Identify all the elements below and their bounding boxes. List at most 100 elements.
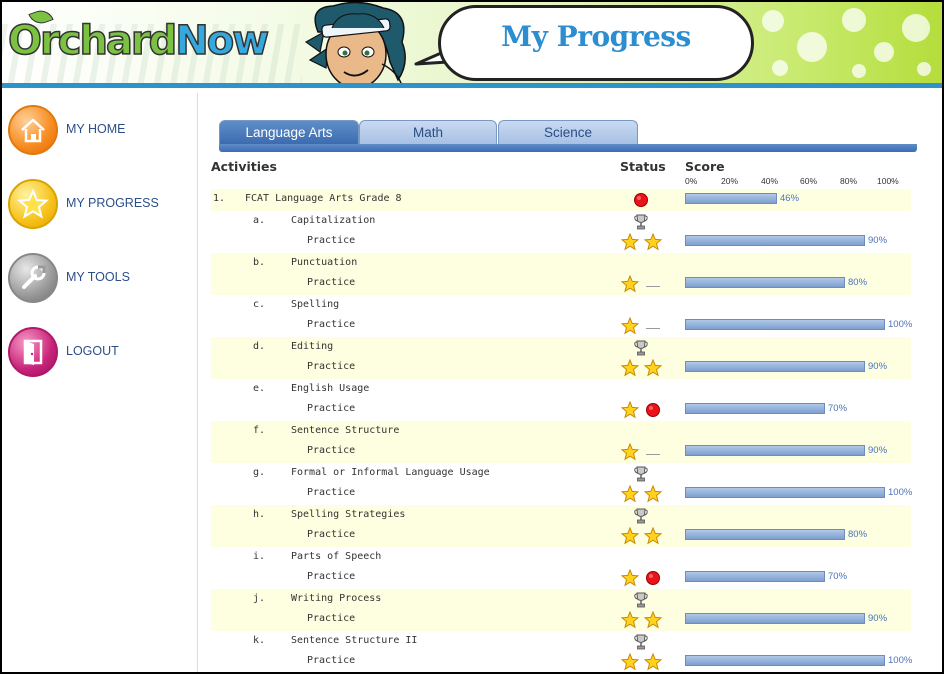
score-bar bbox=[685, 361, 865, 372]
wrench-icon bbox=[8, 253, 58, 303]
star-icon bbox=[620, 652, 640, 671]
decor-dot bbox=[874, 42, 894, 62]
score-bar bbox=[685, 487, 885, 498]
sidebar-item-my-tools[interactable]: MY TOOLS bbox=[8, 253, 193, 305]
practice-link[interactable]: Practice bbox=[307, 655, 355, 666]
sidebar-item-label: MY PROGRESS bbox=[66, 196, 159, 210]
unit-row[interactable]: i. Parts of Speech Practice 70% bbox=[211, 547, 911, 589]
tab-science[interactable]: Science bbox=[498, 120, 638, 144]
unit-title-line: j. Writing Process bbox=[211, 589, 911, 609]
star-icon bbox=[643, 358, 663, 377]
course-row[interactable]: 1. FCAT Language Arts Grade 8 46% bbox=[211, 189, 911, 211]
unit-title[interactable]: Spelling Strategies bbox=[291, 509, 405, 520]
home-icon bbox=[8, 105, 58, 155]
unit-row[interactable]: c. Spelling Practice 100% bbox=[211, 295, 912, 337]
scale-label: 80% bbox=[840, 176, 858, 186]
practice-link[interactable]: Practice bbox=[307, 235, 355, 246]
score-scale: 0% 20% 40% 60% 80% 100% bbox=[685, 176, 915, 188]
trophy-icon bbox=[632, 507, 650, 525]
score-percent: 100% bbox=[888, 655, 913, 666]
decor-dot bbox=[852, 64, 866, 78]
unit-letter: d. bbox=[253, 341, 266, 352]
unit-title[interactable]: Writing Process bbox=[291, 593, 381, 604]
logo-text-orchard: Orchard bbox=[7, 17, 178, 65]
unit-letter: e. bbox=[253, 383, 266, 394]
tab-math[interactable]: Math bbox=[359, 120, 497, 144]
decor-dot bbox=[917, 62, 931, 76]
sidebar-item-label: MY TOOLS bbox=[66, 270, 130, 284]
unit-row[interactable]: b. Punctuation Practice 80% bbox=[211, 253, 911, 295]
unit-row[interactable]: j. Writing Process Practice 90% bbox=[211, 589, 911, 631]
score-percent: 80% bbox=[848, 529, 868, 540]
sidebar-item-logout[interactable]: LOGOUT bbox=[8, 327, 193, 379]
star-icon bbox=[620, 610, 640, 629]
unit-row[interactable]: d. Editing Practice 90% bbox=[211, 337, 911, 379]
unit-title[interactable]: Formal or Informal Language Usage bbox=[291, 467, 490, 478]
practice-line: Practice 70% bbox=[211, 399, 911, 421]
score-bar bbox=[685, 529, 845, 540]
unit-title[interactable]: Spelling bbox=[291, 299, 339, 310]
course-title[interactable]: FCAT Language Arts Grade 8 bbox=[245, 193, 402, 204]
practice-line: Practice 70% bbox=[211, 567, 911, 589]
red-status-icon bbox=[644, 401, 662, 419]
unit-title-line: e. English Usage bbox=[211, 379, 911, 399]
practice-link[interactable]: Practice bbox=[307, 319, 355, 330]
sidebar-item-my-progress[interactable]: MY PROGRESS bbox=[8, 179, 193, 231]
scale-label: 60% bbox=[800, 176, 818, 186]
column-header-activities: Activities bbox=[211, 159, 277, 174]
score-percent: 90% bbox=[868, 235, 888, 246]
unit-row[interactable]: f. Sentence Structure Practice 90% bbox=[211, 421, 911, 463]
practice-link[interactable]: Practice bbox=[307, 487, 355, 498]
trophy-icon bbox=[632, 339, 650, 357]
door-icon bbox=[8, 327, 58, 377]
practice-link[interactable]: Practice bbox=[307, 361, 355, 372]
subject-tabs: Language Arts Math Science bbox=[219, 120, 919, 154]
practice-line: Practice 80% bbox=[211, 525, 911, 547]
decor-dot bbox=[842, 8, 866, 32]
unit-title[interactable]: Sentence Structure bbox=[291, 425, 399, 436]
unit-letter: b. bbox=[253, 257, 266, 268]
unit-title[interactable]: Capitalization bbox=[291, 215, 375, 226]
unit-row[interactable]: a. Capitalization Practice 90% bbox=[211, 211, 911, 253]
unit-row[interactable]: h. Spelling Strategies Practice 80% bbox=[211, 505, 911, 547]
decor-dot bbox=[797, 32, 827, 62]
star-icon bbox=[643, 232, 663, 251]
practice-link[interactable]: Practice bbox=[307, 571, 355, 582]
unit-title-line: h. Spelling Strategies bbox=[211, 505, 911, 525]
unit-row[interactable]: g. Formal or Informal Language Usage Pract… bbox=[211, 463, 912, 505]
unit-title[interactable]: Parts of Speech bbox=[291, 551, 381, 562]
course-number: 1. bbox=[213, 193, 226, 204]
sidebar-nav: MY HOME MY PROGRESS MY TOOLS LOGOUT bbox=[2, 93, 198, 672]
practice-link[interactable]: Practice bbox=[307, 403, 355, 414]
practice-line: Practice 90% bbox=[211, 231, 911, 253]
unit-title[interactable]: Punctuation bbox=[291, 257, 357, 268]
unit-letter: f. bbox=[253, 425, 266, 436]
unit-title[interactable]: English Usage bbox=[291, 383, 369, 394]
score-percent: 90% bbox=[868, 361, 888, 372]
practice-link[interactable]: Practice bbox=[307, 613, 355, 624]
unit-row[interactable]: k. Sentence Structure II Practice 100% bbox=[211, 631, 913, 672]
sidebar-item-my-home[interactable]: MY HOME bbox=[8, 105, 193, 157]
unit-row[interactable]: e. English Usage Practice 70% bbox=[211, 379, 911, 421]
not-started-placeholder bbox=[646, 286, 660, 287]
decor-dot bbox=[772, 60, 788, 76]
unit-title[interactable]: Sentence Structure II bbox=[291, 635, 417, 646]
trophy-icon bbox=[632, 633, 650, 651]
score-percent: 70% bbox=[828, 403, 848, 414]
mascot-avatar bbox=[304, 2, 406, 83]
practice-link[interactable]: Practice bbox=[307, 529, 355, 540]
practice-link[interactable]: Practice bbox=[307, 277, 355, 288]
unit-title-line: k. Sentence Structure II bbox=[211, 631, 911, 651]
star-icon bbox=[620, 526, 640, 545]
score-percent: 46% bbox=[780, 193, 800, 204]
red-status-icon bbox=[644, 569, 662, 587]
practice-line: Practice 90% bbox=[211, 357, 911, 379]
course-line: 1. FCAT Language Arts Grade 8 46% bbox=[211, 189, 911, 211]
app-window: OrchardNow My Progress MY HOME MY PROGRE… bbox=[2, 2, 942, 672]
unit-letter: g. bbox=[253, 467, 266, 478]
tab-language-arts[interactable]: Language Arts bbox=[219, 120, 359, 144]
unit-title[interactable]: Editing bbox=[291, 341, 333, 352]
orchardnow-logo[interactable]: OrchardNow bbox=[7, 17, 270, 65]
practice-link[interactable]: Practice bbox=[307, 445, 355, 456]
scale-label: 100% bbox=[877, 176, 899, 186]
